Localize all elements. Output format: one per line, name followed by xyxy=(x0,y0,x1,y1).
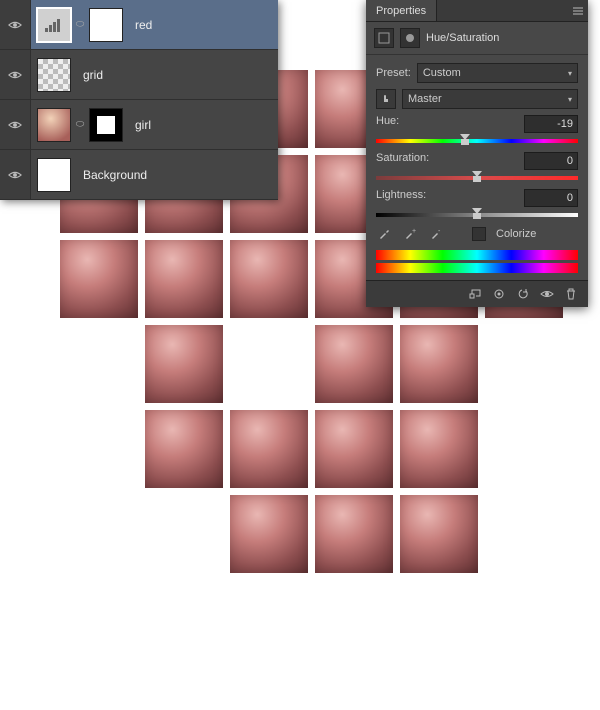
properties-footer xyxy=(366,280,588,307)
chevron-down-icon: ▾ xyxy=(568,69,572,78)
color-range-dropdown[interactable]: Master ▾ xyxy=(402,89,578,109)
reset-button[interactable] xyxy=(512,285,534,303)
layer-thumbnail[interactable] xyxy=(37,108,71,142)
mosaic-tile xyxy=(145,240,223,318)
eyedropper-add-icon[interactable]: + xyxy=(402,226,418,242)
panel-menu-button[interactable] xyxy=(568,0,588,21)
hue-slider-handle[interactable] xyxy=(460,134,470,146)
mosaic-tile xyxy=(315,495,393,573)
mosaic-tile xyxy=(230,410,308,488)
mosaic-tile xyxy=(145,495,223,573)
layer-thumbnails xyxy=(37,58,71,92)
targeted-adjustment-tool[interactable] xyxy=(376,89,396,109)
adjustment-title: Hue/Saturation xyxy=(426,32,499,44)
mosaic-tile xyxy=(485,325,563,403)
layer-thumbnail[interactable] xyxy=(37,158,71,192)
layer-name[interactable]: Background xyxy=(83,168,147,182)
mosaic-tile xyxy=(230,325,308,403)
eyedropper-subtract-icon[interactable]: - xyxy=(428,226,444,242)
hue-label: Hue: xyxy=(376,115,399,133)
mask-icon xyxy=(400,28,420,48)
layer-visibility-toggle[interactable] xyxy=(0,100,31,149)
layer-thumbnail[interactable] xyxy=(37,8,71,42)
preset-dropdown[interactable]: Custom ▾ xyxy=(417,63,578,83)
color-range-value: Master xyxy=(408,93,442,105)
preset-label: Preset: xyxy=(376,67,411,79)
preset-value: Custom xyxy=(423,67,461,79)
mosaic-tile xyxy=(230,240,308,318)
eye-icon xyxy=(8,68,22,82)
mosaic-tile xyxy=(230,495,308,573)
layers-panel: ⬭ red grid ⬭ girl Background xyxy=(0,0,278,200)
link-mask-icon[interactable]: ⬭ xyxy=(74,19,86,30)
mosaic-tile xyxy=(400,410,478,488)
layer-name[interactable]: grid xyxy=(83,68,103,82)
layer-thumbnail[interactable] xyxy=(37,58,71,92)
layer-thumbnails: ⬭ xyxy=(37,8,123,42)
eye-icon xyxy=(8,18,22,32)
tab-properties[interactable]: Properties xyxy=(366,0,437,21)
chevron-down-icon: ▾ xyxy=(568,95,572,104)
saturation-slider-handle[interactable] xyxy=(472,171,482,183)
colorize-checkbox[interactable] xyxy=(472,227,486,241)
mosaic-tile xyxy=(485,410,563,488)
layer-name[interactable]: red xyxy=(135,18,152,32)
saturation-slider-block: Saturation: 0 xyxy=(376,152,578,181)
eye-icon xyxy=(8,168,22,182)
layer-visibility-toggle[interactable] xyxy=(0,50,31,99)
lightness-slider-block: Lightness: 0 xyxy=(376,189,578,218)
layer-row[interactable]: grid xyxy=(0,50,278,100)
mosaic-tile xyxy=(485,495,563,573)
view-previous-state-button[interactable] xyxy=(488,285,510,303)
hue-value-input[interactable]: -19 xyxy=(524,115,578,133)
hue-slider[interactable] xyxy=(376,136,578,144)
mosaic-tile xyxy=(60,240,138,318)
lightness-value-input[interactable]: 0 xyxy=(524,189,578,207)
spectrum-output xyxy=(376,263,578,273)
mosaic-tile xyxy=(145,410,223,488)
layer-visibility-toggle[interactable] xyxy=(0,0,31,49)
hue-slider-block: Hue: -19 xyxy=(376,115,578,144)
properties-tab-bar: Properties xyxy=(366,0,588,22)
mosaic-tile xyxy=(60,325,138,403)
mosaic-tile xyxy=(60,495,138,573)
layer-thumbnail[interactable] xyxy=(89,8,123,42)
mosaic-tile xyxy=(400,495,478,573)
layer-thumbnails xyxy=(37,158,71,192)
eyedropper-icon[interactable] xyxy=(376,226,392,242)
link-mask-icon[interactable]: ⬭ xyxy=(74,119,86,130)
properties-panel: Properties Hue/Saturation Preset: Custom… xyxy=(366,0,588,307)
lightness-slider[interactable] xyxy=(376,210,578,218)
adjustment-icon xyxy=(374,28,394,48)
mosaic-tile xyxy=(400,325,478,403)
mosaic-tile xyxy=(315,410,393,488)
mosaic-tile xyxy=(145,325,223,403)
layer-thumbnails: ⬭ xyxy=(37,108,123,142)
lightness-label: Lightness: xyxy=(376,189,426,207)
toggle-visibility-button[interactable] xyxy=(536,285,558,303)
layer-row[interactable]: ⬭ red xyxy=(0,0,278,50)
mosaic-tile xyxy=(60,410,138,488)
svg-text:-: - xyxy=(438,228,441,235)
clip-to-layer-button[interactable] xyxy=(464,285,486,303)
layer-row[interactable]: ⬭ girl xyxy=(0,100,278,150)
lightness-slider-handle[interactable] xyxy=(472,208,482,220)
adjustment-header: Hue/Saturation xyxy=(366,22,588,55)
layer-thumbnail[interactable] xyxy=(89,108,123,142)
saturation-label: Saturation: xyxy=(376,152,429,170)
layer-visibility-toggle[interactable] xyxy=(0,150,31,199)
layer-row[interactable]: Background xyxy=(0,150,278,200)
spectrum-input xyxy=(376,250,578,260)
eye-icon xyxy=(8,118,22,132)
layer-name[interactable]: girl xyxy=(135,118,151,132)
delete-adjustment-button[interactable] xyxy=(560,285,582,303)
svg-text:+: + xyxy=(412,228,416,235)
saturation-slider[interactable] xyxy=(376,173,578,181)
mosaic-tile xyxy=(315,325,393,403)
colorize-label: Colorize xyxy=(496,228,536,240)
saturation-value-input[interactable]: 0 xyxy=(524,152,578,170)
